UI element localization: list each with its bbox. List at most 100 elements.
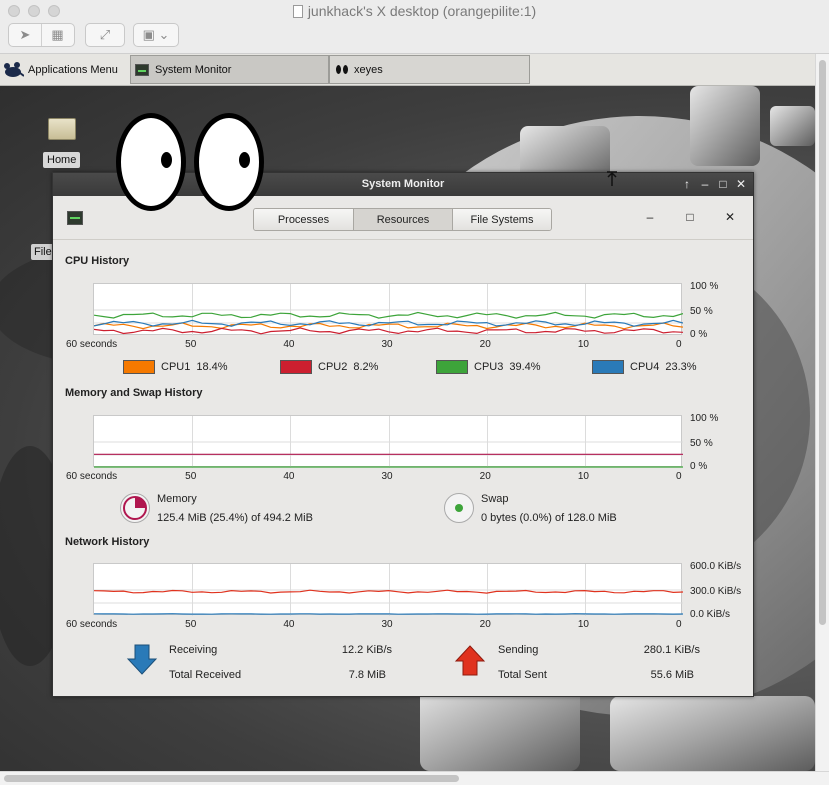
cpu-x-tick: 10 <box>577 339 589 350</box>
cpu2-value: 8.2% <box>353 361 379 373</box>
window-title: System Monitor <box>361 178 445 190</box>
total-received-value: 7.8 MiB <box>348 669 386 681</box>
resize-cursor-icon <box>607 171 617 186</box>
memory-pie-icon[interactable] <box>120 493 150 523</box>
cpu1-color-swatch[interactable] <box>123 360 155 374</box>
cpu3-color-swatch[interactable] <box>436 360 468 374</box>
document-icon <box>292 5 303 18</box>
cpu4-value: 23.3% <box>665 361 697 373</box>
clipboard-icon[interactable]: ▣ ⌄ <box>134 24 178 46</box>
cpu1-legend: CPU1 18.4% <box>123 360 228 374</box>
tab-file-systems[interactable]: File Systems <box>452 209 551 230</box>
total-sent-value: 55.6 MiB <box>650 669 694 681</box>
receiving-label: Receiving <box>169 644 218 656</box>
cpu4-legend: CPU4 23.3% <box>592 360 697 374</box>
vertical-scrollbar[interactable] <box>815 54 829 771</box>
xfce-panel: Applications Menu System Monitor xeyes <box>0 54 815 86</box>
memory-history-plot <box>94 416 683 468</box>
memory-y-tick: 100 % <box>690 413 719 424</box>
network-x-tick: 0 <box>676 619 682 630</box>
cpu3-legend: CPU3 39.4% <box>436 360 541 374</box>
toolbar-group-pointer: ➤ ▦ <box>8 23 75 47</box>
network-x-tick: 50 <box>185 619 197 630</box>
cpu-x-tick: 20 <box>479 339 491 350</box>
cpu-x-tick: 40 <box>283 339 295 350</box>
horizontal-scrollbar[interactable] <box>0 771 829 785</box>
vertical-scrollbar-thumb[interactable] <box>819 60 826 625</box>
network-x-tick: 60 seconds <box>66 619 118 630</box>
taskbar-item-label: System Monitor <box>155 63 232 76</box>
cpu-history-graph <box>93 283 683 336</box>
network-history-plot <box>94 564 683 616</box>
swap-value: 0 bytes (0.0%) of 128.0 MiB <box>481 512 617 524</box>
xeyes-right-eye[interactable] <box>194 113 264 211</box>
cpu2-color-swatch[interactable] <box>280 360 312 374</box>
memory-x-tick: 50 <box>185 471 197 482</box>
home-icon-label[interactable]: Home <box>43 152 81 168</box>
network-x-tick: 10 <box>577 619 589 630</box>
taskbar-item-system-monitor[interactable]: System Monitor <box>130 55 329 84</box>
cpu-history-plot <box>94 284 683 336</box>
cpu-x-tick: 60 seconds <box>66 339 118 350</box>
home-folder-icon[interactable] <box>48 118 76 140</box>
network-history-graph <box>93 563 683 616</box>
binoculars-icon[interactable]: ▦ <box>41 24 73 46</box>
cpu4-color-swatch[interactable] <box>592 360 624 374</box>
xeyes-icon <box>336 65 348 74</box>
cpu-y-tick: 100 % <box>690 281 719 292</box>
cpu3-value: 39.4% <box>509 361 541 373</box>
memory-value: 125.4 MiB (25.4%) of 494.2 MiB <box>157 512 313 524</box>
window-minimize-button[interactable]: – <box>696 173 714 196</box>
sending-value: 280.1 KiB/s <box>643 644 700 656</box>
window-close-button[interactable]: ✕ <box>732 173 750 196</box>
pointer-icon[interactable]: ➤ <box>9 24 41 46</box>
memory-history-graph <box>93 415 683 468</box>
cpu-y-tick: 0 % <box>690 329 708 340</box>
cpu3-name: CPU3 <box>474 361 504 373</box>
toolbar-group-clipboard: ▣ ⌄ <box>133 23 179 47</box>
taskbar-item-label: xeyes <box>354 63 383 76</box>
cpu-x-tick: 30 <box>381 339 393 350</box>
network-y-tick: 600.0 KiB/s <box>690 561 742 572</box>
maximize-button[interactable]: □ <box>683 210 697 224</box>
memory-x-tick: 40 <box>283 471 295 482</box>
memory-label: Memory <box>157 493 197 505</box>
close-button[interactable]: ✕ <box>723 210 737 224</box>
toolbar-group-fullscreen: ⤢ <box>85 23 125 47</box>
system-monitor-app-icon <box>67 211 83 225</box>
memory-x-tick: 0 <box>676 471 682 482</box>
viewer-title: junkhack's X desktop (orangepilite:1) <box>0 3 829 19</box>
viewer-titlebar: junkhack's X desktop (orangepilite:1) ➤ … <box>0 0 829 54</box>
cpu-x-tick: 0 <box>676 339 682 350</box>
view-switcher: Processes Resources File Systems <box>253 208 552 231</box>
swap-pie-icon[interactable] <box>444 493 474 523</box>
cpu-history-title: CPU History <box>65 255 130 267</box>
tab-resources[interactable]: Resources <box>353 209 452 230</box>
cpu4-name: CPU4 <box>630 361 660 373</box>
memory-x-tick: 30 <box>381 471 393 482</box>
sending-arrow-icon <box>454 645 486 676</box>
system-monitor-icon <box>135 63 149 76</box>
fullscreen-icon[interactable]: ⤢ <box>86 24 124 46</box>
cpu2-name: CPU2 <box>318 361 348 373</box>
cpu1-value: 18.4% <box>196 361 228 373</box>
cpu-y-tick: 50 % <box>690 306 713 317</box>
window-maximize-button[interactable]: □ <box>714 173 732 196</box>
minimize-button[interactable]: – <box>643 210 657 224</box>
cpu2-series-line <box>94 327 683 335</box>
taskbar-item-xeyes[interactable]: xeyes <box>329 55 530 84</box>
cpu-x-tick: 50 <box>185 339 197 350</box>
cpu2-legend: CPU2 8.2% <box>280 360 378 374</box>
applications-menu-button[interactable]: Applications Menu <box>2 55 130 84</box>
window-shade-button[interactable]: ↑ <box>678 173 696 196</box>
network-x-tick: 40 <box>283 619 295 630</box>
xeyes-left-pupil <box>161 152 172 168</box>
horizontal-scrollbar-thumb[interactable] <box>4 775 459 782</box>
memory-history-title: Memory and Swap History <box>65 387 203 399</box>
network-y-tick: 300.0 KiB/s <box>690 586 742 597</box>
xeyes-left-eye[interactable] <box>116 113 186 211</box>
tab-processes[interactable]: Processes <box>254 209 353 230</box>
memory-y-tick: 0 % <box>690 461 708 472</box>
cpu1-series-line <box>94 322 683 330</box>
total-sent-label: Total Sent <box>498 669 547 681</box>
